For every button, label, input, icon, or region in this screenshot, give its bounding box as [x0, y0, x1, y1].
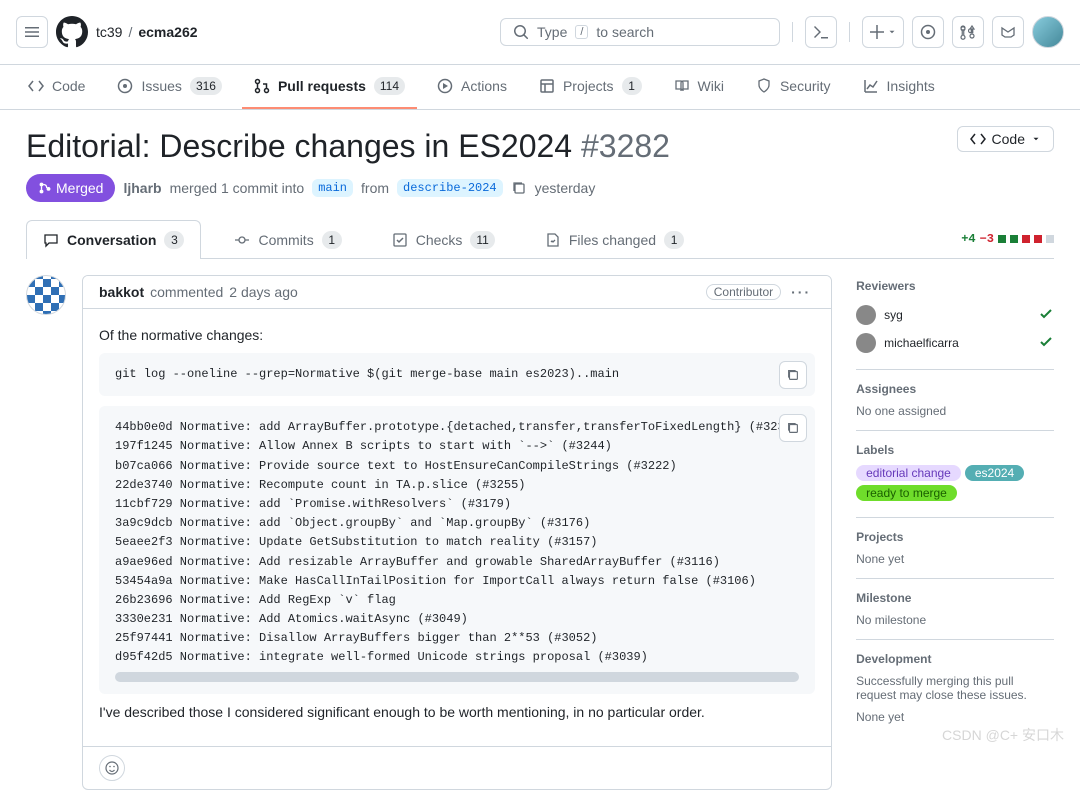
tab-issues[interactable]: Issues316	[105, 65, 234, 109]
label-pill[interactable]: es2024	[965, 465, 1024, 481]
command-palette-button[interactable]	[805, 16, 837, 48]
topbar: tc39 / ecma262 Type / to search	[0, 0, 1080, 65]
hamburger-menu[interactable]	[16, 16, 48, 48]
pr-title: Editorial: Describe changes in ES2024 #3…	[26, 126, 670, 166]
pulls-count: 114	[374, 77, 405, 95]
milestone-none: No milestone	[856, 613, 1054, 627]
head-branch[interactable]: describe-2024	[397, 179, 503, 197]
issues-count: 316	[190, 77, 222, 95]
tab-checks[interactable]: Checks11	[375, 220, 512, 259]
chevron-down-icon	[887, 27, 897, 37]
user-avatar[interactable]	[1032, 16, 1064, 48]
breadcrumb: tc39 / ecma262	[96, 24, 198, 40]
comment-timestamp[interactable]: 2 days ago	[229, 284, 298, 300]
pr-when: yesterday	[535, 180, 596, 196]
projects-none: None yet	[856, 552, 1054, 566]
tab-code[interactable]: Code	[16, 66, 97, 108]
github-logo[interactable]	[56, 16, 88, 48]
copy-icon[interactable]	[511, 180, 527, 196]
comment-author[interactable]: bakkot	[99, 284, 144, 300]
role-badge: Contributor	[706, 284, 781, 300]
reviewer-item[interactable]: michaelficarra	[856, 329, 1054, 357]
comment-body: Of the normative changes: git log --onel…	[83, 309, 831, 746]
search-slash-key: /	[575, 25, 588, 39]
development-none: None yet	[856, 710, 1054, 724]
create-new-button[interactable]	[862, 16, 904, 48]
pr-author[interactable]: ljharb	[123, 180, 161, 196]
repo-link[interactable]: ecma262	[138, 24, 197, 40]
code-dropdown[interactable]: Code	[957, 126, 1054, 152]
tab-pull-requests[interactable]: Pull requests114	[242, 65, 417, 109]
breadcrumb-separator: /	[128, 24, 132, 40]
reviewer-avatar	[856, 333, 876, 353]
comment: bakkot commented 2 days ago Contributor …	[82, 275, 832, 790]
projects-count: 1	[622, 77, 642, 95]
horizontal-scrollbar[interactable]	[115, 672, 799, 682]
tab-wiki[interactable]: Wiki	[662, 66, 736, 108]
divider	[792, 22, 793, 42]
projects-title: Projects	[856, 530, 1054, 544]
notifications-button[interactable]	[992, 16, 1024, 48]
reviewer-item[interactable]: syg	[856, 301, 1054, 329]
copy-button[interactable]	[779, 414, 807, 442]
pr-number: #3282	[581, 128, 670, 164]
sidebar-development: Development Successfully merging this pu…	[856, 640, 1054, 736]
tab-commits[interactable]: Commits1	[217, 220, 358, 259]
assignees-title: Assignees	[856, 382, 1054, 396]
divider	[849, 22, 850, 42]
search-input[interactable]: Type / to search	[500, 18, 780, 46]
issues-button[interactable]	[912, 16, 944, 48]
copy-button[interactable]	[779, 361, 807, 389]
search-placeholder-suffix: to search	[596, 24, 654, 40]
tab-projects[interactable]: Projects1	[527, 65, 654, 109]
milestone-title: Milestone	[856, 591, 1054, 605]
pr-tabs: Conversation3 Commits1 Checks11 Files ch…	[26, 220, 1054, 259]
search-icon	[513, 24, 529, 40]
reviewer-name: michaelficarra	[884, 336, 959, 350]
pr-header: Editorial: Describe changes in ES2024 #3…	[26, 126, 1054, 166]
sidebar-milestone: Milestone No milestone	[856, 579, 1054, 640]
diffstat: +4 −3	[961, 232, 1054, 246]
code-block-1: git log --oneline --grep=Normative $(git…	[99, 353, 815, 396]
reviewers-title: Reviewers	[856, 279, 1054, 293]
comment-footer	[83, 746, 831, 789]
check-icon	[1038, 306, 1054, 325]
repo-nav: Code Issues316 Pull requests114 Actions …	[0, 65, 1080, 110]
comment-p2: I've described those I considered signif…	[99, 704, 815, 720]
comment-menu-button[interactable]: ···	[787, 284, 815, 300]
tab-files-changed[interactable]: Files changed1	[528, 220, 701, 259]
owner-link[interactable]: tc39	[96, 24, 122, 40]
sidebar: Reviewers syg michaelficarra Assignees No…	[856, 275, 1054, 736]
check-icon	[1038, 334, 1054, 353]
reviewer-name: syg	[884, 308, 903, 322]
timeline: bakkot commented 2 days ago Contributor …	[26, 275, 832, 790]
tab-actions[interactable]: Actions	[425, 66, 519, 108]
tab-security[interactable]: Security	[744, 66, 843, 108]
add-reaction-button[interactable]	[99, 755, 125, 781]
code-block-2: 44bb0e0d Normative: add ArrayBuffer.prot…	[99, 406, 815, 693]
sidebar-reviewers: Reviewers syg michaelficarra	[856, 275, 1054, 370]
search-placeholder-prefix: Type	[537, 24, 567, 40]
pulls-button[interactable]	[952, 16, 984, 48]
comment-action: commented	[150, 284, 223, 300]
commenter-avatar[interactable]	[26, 275, 66, 315]
development-title: Development	[856, 652, 1054, 666]
sidebar-projects: Projects None yet	[856, 518, 1054, 579]
reviewer-avatar	[856, 305, 876, 325]
tab-insights[interactable]: Insights	[851, 66, 947, 108]
assignees-none: No one assigned	[856, 404, 1054, 418]
tab-conversation[interactable]: Conversation3	[26, 220, 201, 259]
sidebar-assignees: Assignees No one assigned	[856, 370, 1054, 431]
sidebar-labels: Labels editorial changees2024 ready to me…	[856, 431, 1054, 518]
comment-header: bakkot commented 2 days ago Contributor …	[83, 276, 831, 309]
state-badge-merged: Merged	[26, 174, 115, 202]
development-text: Successfully merging this pull request m…	[856, 674, 1054, 702]
labels-title: Labels	[856, 443, 1054, 457]
chevron-down-icon	[1031, 134, 1041, 144]
comment-p1: Of the normative changes:	[99, 327, 815, 343]
label-pill[interactable]: ready to merge	[856, 485, 957, 501]
base-branch[interactable]: main	[312, 179, 353, 197]
label-pill[interactable]: editorial change	[856, 465, 961, 481]
pr-meta: Merged ljharb merged 1 commit into main …	[26, 174, 1054, 202]
